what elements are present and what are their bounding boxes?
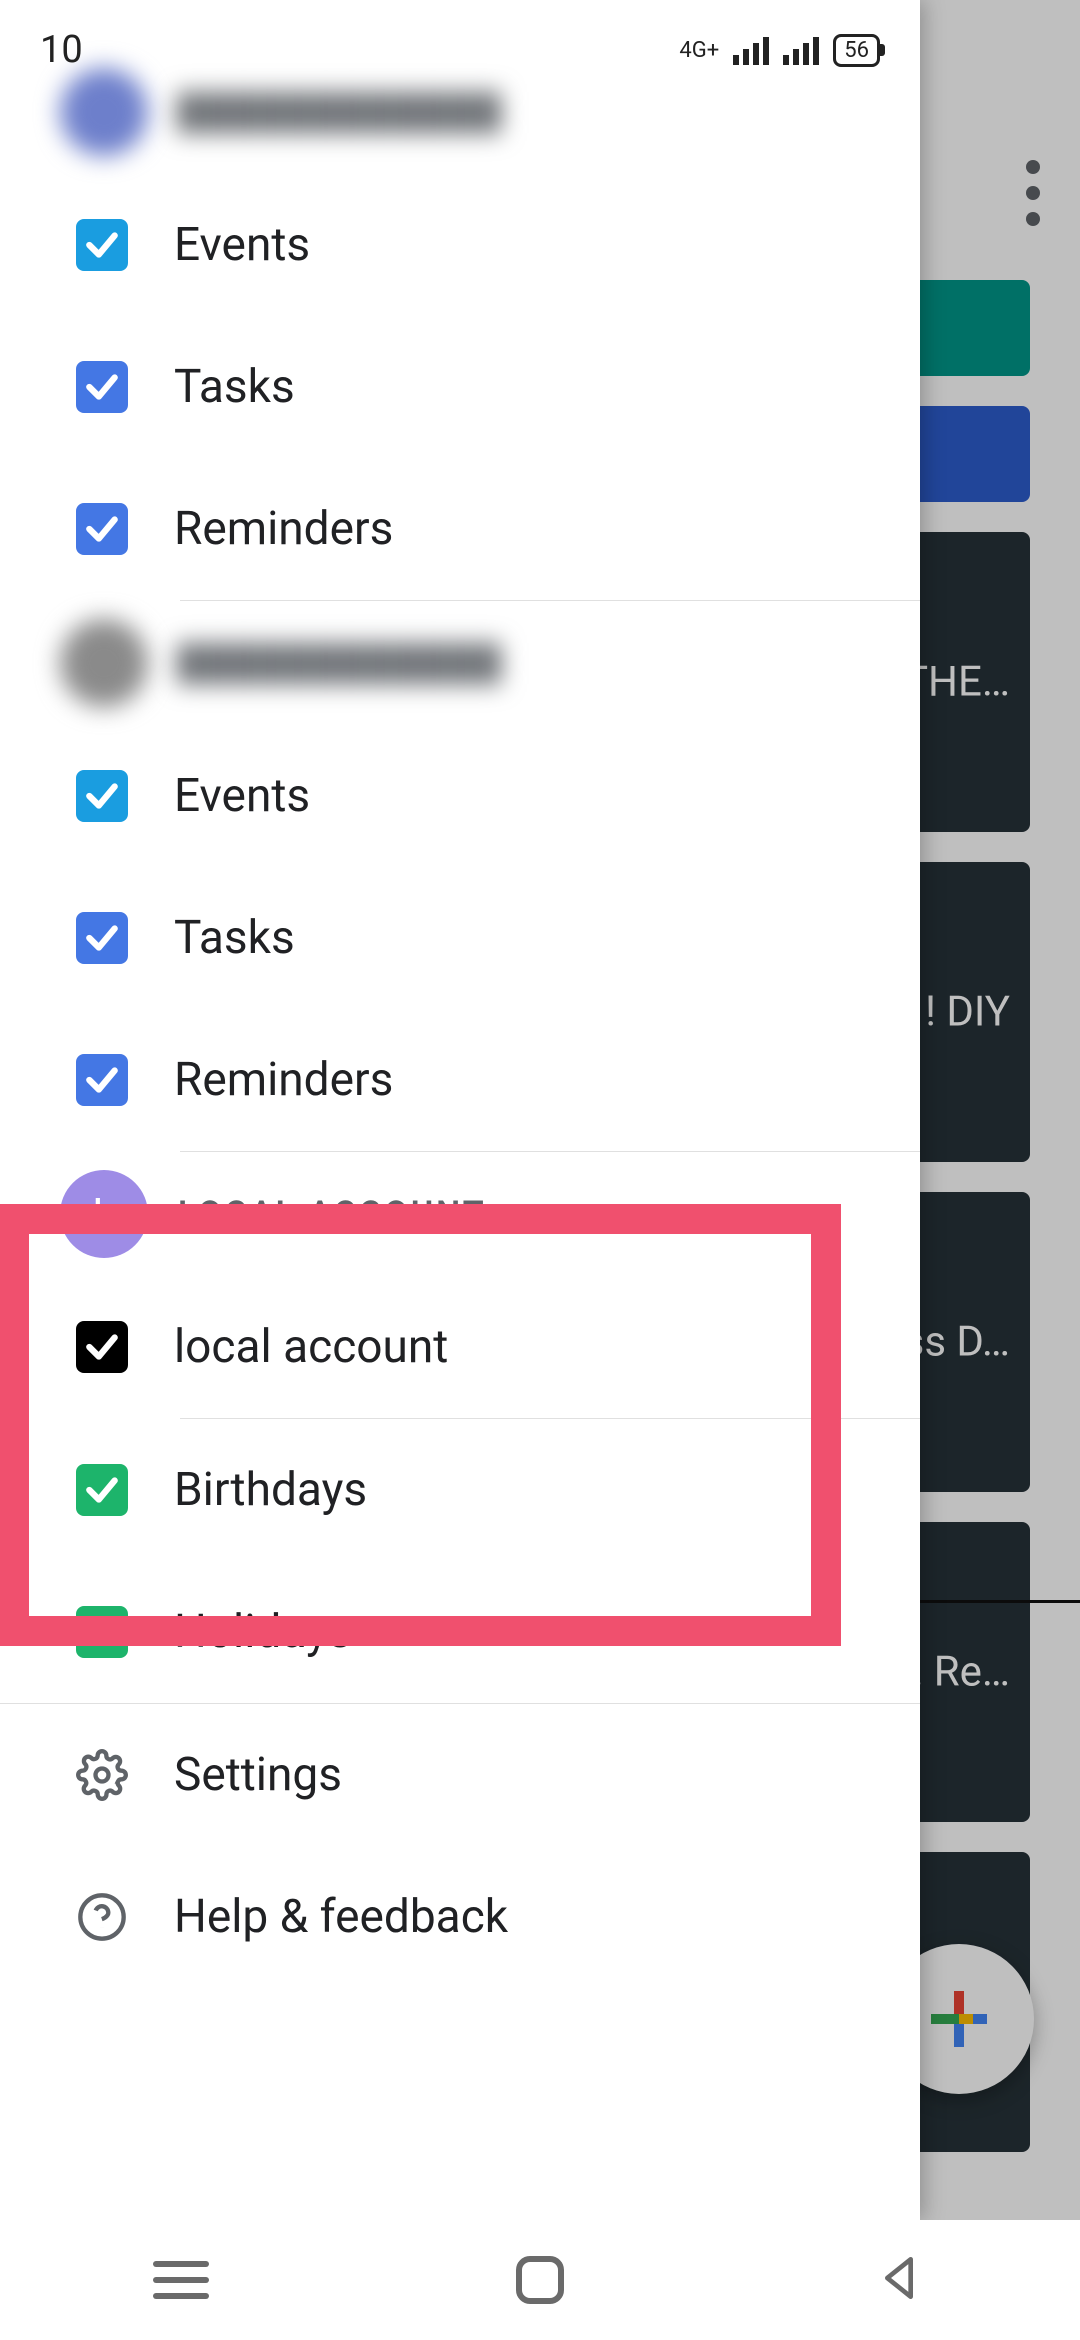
avatar-letter: L (92, 1188, 116, 1240)
calendar-toggle-reminders[interactable]: Reminders (0, 458, 920, 600)
account-email: ████████████ (178, 643, 503, 683)
checkbox-icon (76, 361, 128, 413)
calendar-toggle-events[interactable]: Events (0, 725, 920, 867)
back-button[interactable] (871, 2250, 927, 2310)
signal-icon (783, 35, 819, 65)
calendar-label: Birthdays (174, 1463, 367, 1517)
checkbox-icon (76, 770, 128, 822)
network-type: 4G+ (679, 38, 719, 63)
menu-item-settings[interactable]: Settings (0, 1704, 920, 1846)
battery-icon: 56 (833, 34, 880, 67)
checkbox-icon (76, 1321, 128, 1373)
account-title: LOCAL ACCOUNT (178, 1194, 487, 1234)
calendar-toggle-tasks[interactable]: Tasks (0, 867, 920, 1009)
account-avatar (60, 619, 148, 707)
calendar-label: Holidays (174, 1605, 352, 1659)
gear-icon (76, 1749, 128, 1801)
calendar-toggle-reminders[interactable]: Reminders (0, 1009, 920, 1151)
menu-label: Settings (174, 1748, 342, 1802)
calendar-toggle-tasks[interactable]: Tasks (0, 316, 920, 458)
checkbox-icon (76, 503, 128, 555)
calendar-toggle-events[interactable]: Events (0, 174, 920, 316)
checkbox-icon (76, 219, 128, 271)
checkbox-icon (76, 1606, 128, 1658)
checkbox-icon (76, 1054, 128, 1106)
menu-label: Help & feedback (174, 1890, 508, 1944)
status-bar: 10 4G+ 56 (0, 20, 920, 80)
account-email: ████████████ (178, 92, 503, 132)
checkbox-icon (76, 1464, 128, 1516)
home-button[interactable] (516, 2256, 564, 2304)
calendar-label: Events (174, 769, 310, 823)
checkbox-icon (76, 912, 128, 964)
calendar-label: local account (174, 1320, 448, 1374)
calendar-label: Tasks (174, 360, 295, 414)
system-navigation-bar (0, 2220, 1080, 2340)
clock: 10 (40, 28, 83, 72)
account-avatar: L (60, 1170, 148, 1258)
signal-icon (733, 35, 769, 65)
navigation-drawer: 10 4G+ 56 ████████████ Events (0, 0, 920, 2220)
calendar-toggle-holidays[interactable]: Holidays (0, 1561, 920, 1703)
calendar-toggle-local-account[interactable]: local account (0, 1276, 920, 1418)
help-icon (76, 1891, 128, 1943)
account-header[interactable]: ████████████ (0, 601, 920, 725)
recents-button[interactable] (153, 2261, 209, 2299)
calendar-label: Reminders (174, 1053, 393, 1107)
account-header-local[interactable]: L LOCAL ACCOUNT (0, 1152, 920, 1276)
account-avatar (60, 68, 148, 156)
calendar-label: Tasks (174, 911, 295, 965)
calendar-label: Events (174, 218, 310, 272)
calendar-toggle-birthdays[interactable]: Birthdays (0, 1419, 920, 1561)
menu-item-help[interactable]: Help & feedback (0, 1846, 920, 1988)
calendar-label: Reminders (174, 502, 393, 556)
